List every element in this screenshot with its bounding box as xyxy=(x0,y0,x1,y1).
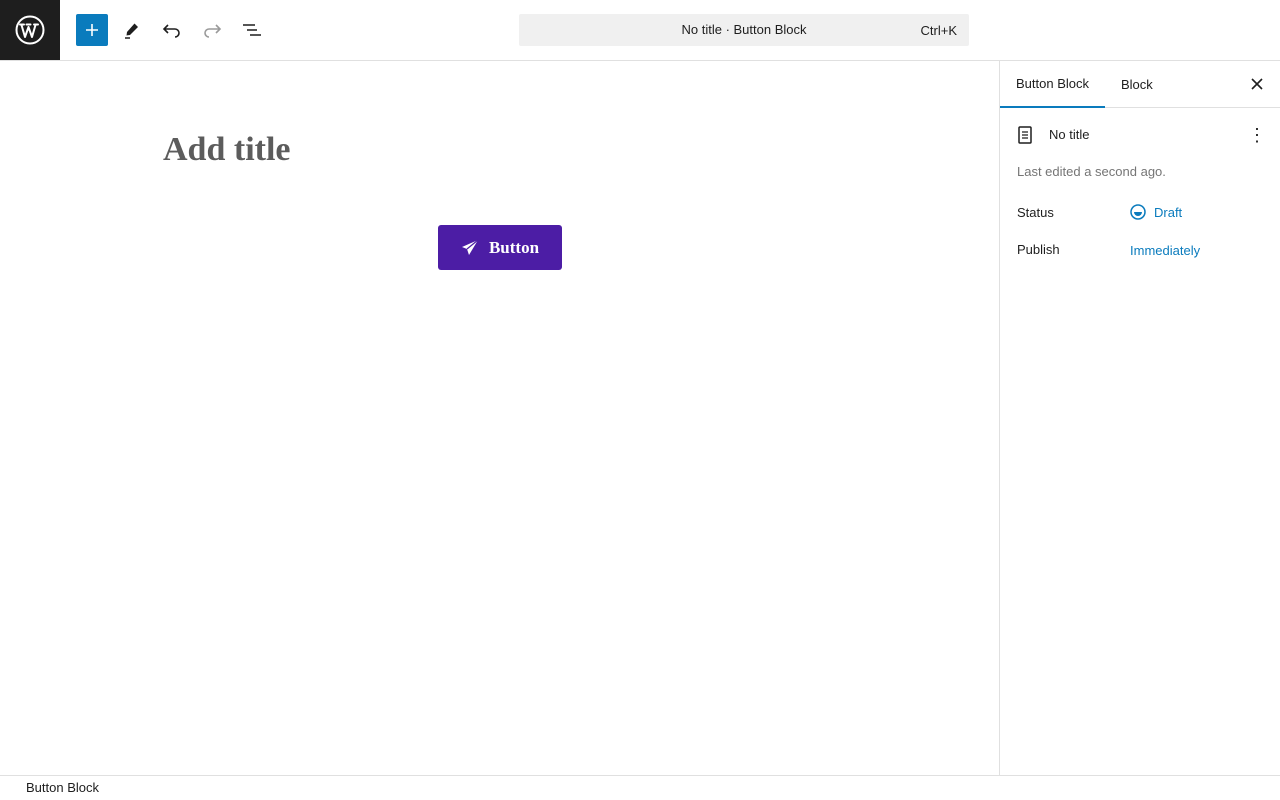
command-palette-bar[interactable]: No title · Button Block Ctrl+K xyxy=(519,14,969,46)
draft-status-icon xyxy=(1130,204,1146,220)
post-title-input[interactable]: Add title xyxy=(163,131,291,169)
more-options-button[interactable]: ⋮ xyxy=(1247,124,1267,146)
status-value: Draft xyxy=(1154,204,1183,220)
undo-icon xyxy=(162,24,180,38)
tab-button-block[interactable]: Button Block xyxy=(1000,61,1105,108)
button-block-label: Button xyxy=(488,237,540,257)
document-title-command: No title · Button Block xyxy=(681,22,807,37)
settings-sidebar: Button Block Block No title ⋮ Last edite… xyxy=(999,61,1280,775)
last-edited-text: Last edited a second ago. xyxy=(1017,164,1166,179)
tab-block[interactable]: Block xyxy=(1105,61,1169,108)
publish-value-button[interactable]: Immediately xyxy=(1130,243,1200,258)
status-value-button[interactable]: Draft xyxy=(1130,204,1182,220)
document-summary: No title ⋮ xyxy=(1017,124,1267,146)
editor-canvas: Add title Button xyxy=(0,61,999,775)
paper-plane-icon xyxy=(461,239,479,255)
close-sidebar-button[interactable] xyxy=(1247,74,1267,94)
undo-button[interactable] xyxy=(156,14,188,46)
pencil-icon xyxy=(125,23,138,39)
document-overview-button[interactable] xyxy=(236,14,268,46)
tools-button[interactable] xyxy=(116,14,148,46)
command-shortcut: Ctrl+K xyxy=(920,23,957,38)
publish-label: Publish xyxy=(1017,242,1060,257)
editor-header: No title · Button Block Ctrl+K xyxy=(0,0,1280,61)
add-block-button[interactable] xyxy=(76,14,108,46)
close-icon xyxy=(1251,78,1263,90)
plus-icon xyxy=(86,24,98,36)
wordpress-logo-icon[interactable] xyxy=(0,0,60,60)
status-label: Status xyxy=(1017,205,1054,220)
block-breadcrumb-bar: Button Block xyxy=(0,775,1280,800)
breadcrumb-item[interactable]: Button Block xyxy=(26,780,99,795)
sidebar-tabs: Button Block Block xyxy=(1000,61,1280,108)
document-overview-icon xyxy=(243,24,261,36)
page-icon xyxy=(1018,126,1032,144)
redo-button[interactable] xyxy=(196,14,228,46)
button-block[interactable]: Button xyxy=(438,225,562,270)
document-title: No title xyxy=(1049,127,1090,142)
redo-icon xyxy=(204,24,222,38)
